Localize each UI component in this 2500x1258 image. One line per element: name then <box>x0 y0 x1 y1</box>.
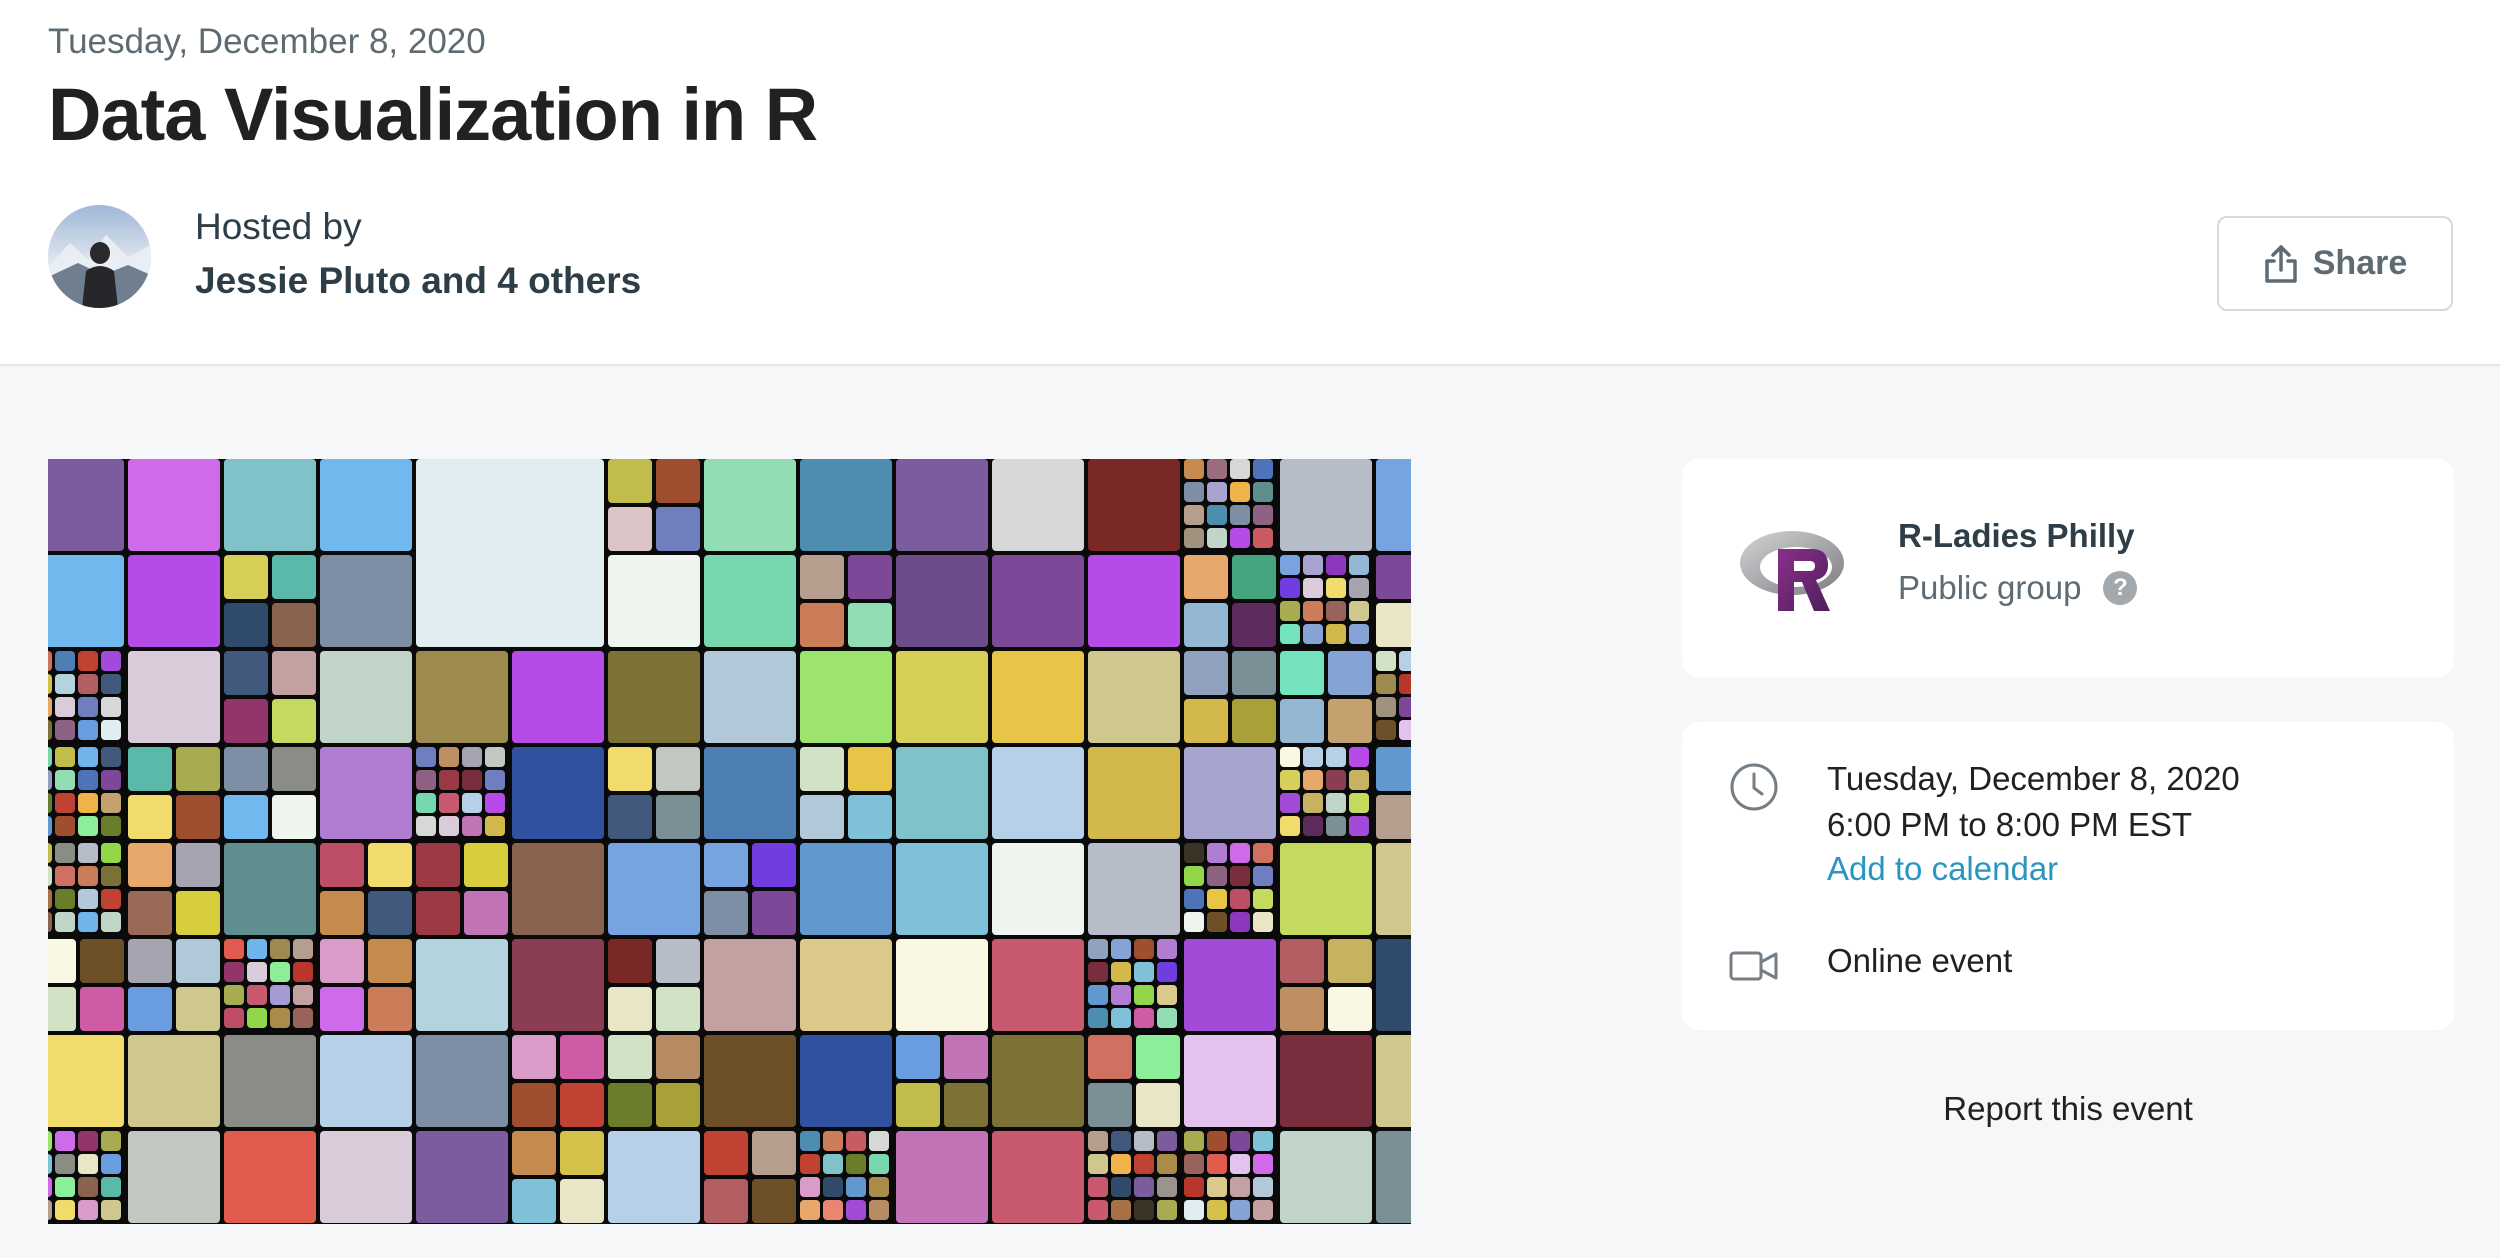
event-date: Tuesday, December 8, 2020 <box>48 22 486 61</box>
group-type-label: Public group <box>1898 569 2082 606</box>
share-button[interactable]: Share <box>2217 216 2453 311</box>
event-title: Data Visualization in R <box>48 73 818 156</box>
r-logo-icon <box>1738 523 1850 615</box>
host-avatar[interactable] <box>48 205 151 308</box>
hosted-by-label: Hosted by <box>195 206 362 247</box>
share-icon <box>2265 244 2297 283</box>
event-image <box>48 459 1411 1224</box>
event-location: Online event <box>1827 942 2013 979</box>
report-event-link[interactable]: Report this event <box>1682 1090 2454 1128</box>
help-icon[interactable]: ? <box>2103 571 2138 605</box>
event-header: Tuesday, December 8, 2020 Data Visualiza… <box>0 0 2500 366</box>
video-camera-icon <box>1729 951 1778 981</box>
clock-icon <box>1730 763 1778 811</box>
event-time-line: 6:00 PM to 8:00 PM EST <box>1827 806 2192 843</box>
host-names[interactable]: Jessie Pluto and 4 others <box>195 260 641 302</box>
group-type: Public group ? <box>1898 569 2138 607</box>
share-label: Share <box>2312 244 2408 282</box>
event-date-line: Tuesday, December 8, 2020 <box>1827 760 2240 797</box>
event-details-card: Tuesday, December 8, 2020 6:00 PM to 8:0… <box>1682 722 2454 1030</box>
add-to-calendar-link[interactable]: Add to calendar <box>1827 850 2058 888</box>
group-card[interactable]: R-Ladies Philly Public group ? <box>1682 459 2454 677</box>
group-name[interactable]: R-Ladies Philly <box>1898 517 2135 555</box>
